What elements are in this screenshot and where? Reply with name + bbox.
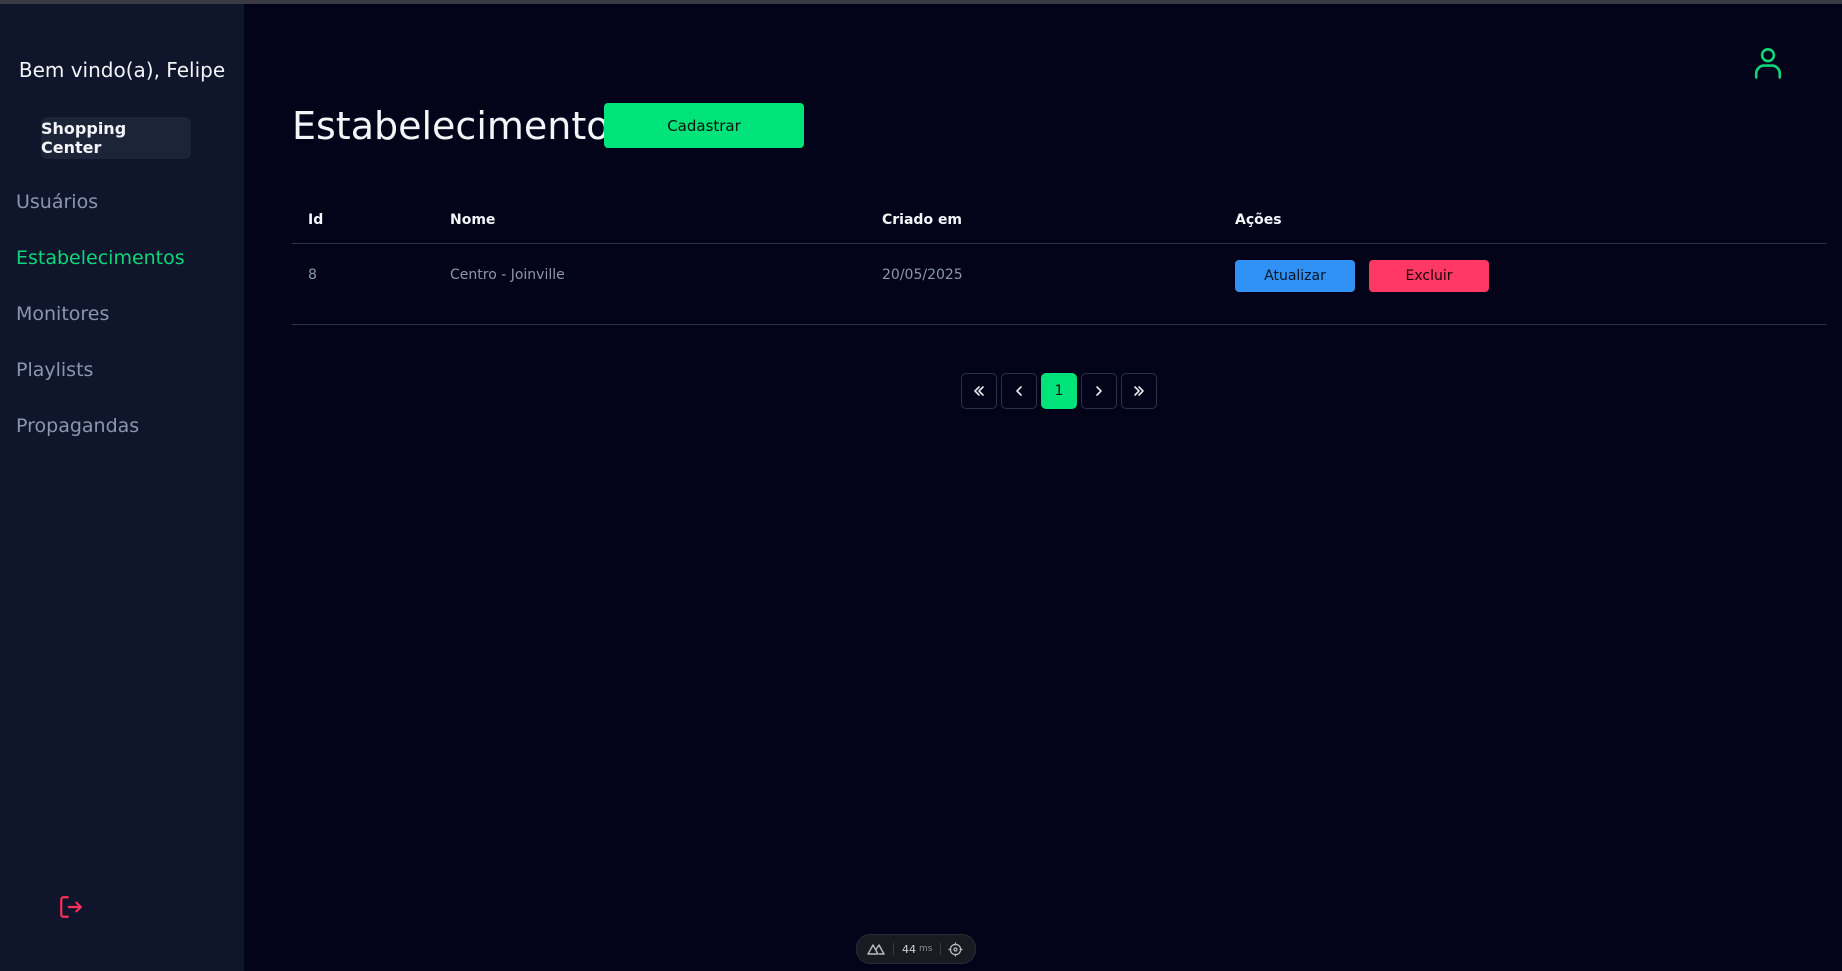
logout-icon[interactable] xyxy=(58,894,84,920)
table-header: Id Nome Criado em Ações xyxy=(292,200,1826,244)
create-button[interactable]: Cadastrar xyxy=(604,103,804,148)
page-button-current[interactable]: 1 xyxy=(1041,373,1077,409)
cell-id: 8 xyxy=(308,267,317,283)
nuxt-logo-icon xyxy=(867,944,885,955)
page-title: Estabelecimentos xyxy=(292,104,630,148)
column-header-criado-em: Criado em xyxy=(882,212,963,228)
delete-button[interactable]: Excluir xyxy=(1369,260,1489,292)
last-page-button[interactable] xyxy=(1121,373,1157,409)
crosshair-icon[interactable] xyxy=(948,941,963,957)
prev-page-button[interactable] xyxy=(1001,373,1037,409)
sidebar-item-estabelecimentos[interactable]: Estabelecimentos xyxy=(16,244,185,272)
double-chevron-right-icon xyxy=(1134,386,1144,396)
dev-tools-indicator[interactable]: 44 ms xyxy=(856,934,976,964)
render-time-value: 44 xyxy=(902,942,916,956)
cell-nome: Centro - Joinville xyxy=(450,267,565,283)
sidebar-item-monitores[interactable]: Monitores xyxy=(16,300,109,328)
divider xyxy=(893,943,894,955)
sidebar-item-usuarios[interactable]: Usuários xyxy=(16,188,98,216)
cell-criado-em: 20/05/2025 xyxy=(882,267,963,283)
window-top-bar xyxy=(0,0,1842,4)
column-header-nome: Nome xyxy=(450,212,496,228)
sidebar-item-playlists[interactable]: Playlists xyxy=(16,356,93,384)
welcome-message: Bem vindo(a), Felipe xyxy=(18,58,226,82)
chevron-right-icon xyxy=(1096,386,1102,396)
user-icon[interactable] xyxy=(1752,46,1784,80)
next-page-button[interactable] xyxy=(1081,373,1117,409)
column-header-acoes: Ações xyxy=(1235,212,1282,228)
sidebar-item-propagandas[interactable]: Propagandas xyxy=(16,412,139,440)
sidebar: Bem vindo(a), Felipe Shopping Center Usu… xyxy=(0,4,244,971)
render-time-unit: ms xyxy=(919,944,933,954)
update-button[interactable]: Atualizar xyxy=(1235,260,1355,292)
table-row: 8 Centro - Joinville 20/05/2025 Atualiza… xyxy=(292,244,1826,325)
double-chevron-left-icon xyxy=(974,386,984,396)
divider xyxy=(940,943,942,955)
column-header-id: Id xyxy=(308,212,324,228)
context-badge[interactable]: Shopping Center xyxy=(41,117,191,159)
first-page-button[interactable] xyxy=(961,373,997,409)
chevron-left-icon xyxy=(1016,386,1022,396)
